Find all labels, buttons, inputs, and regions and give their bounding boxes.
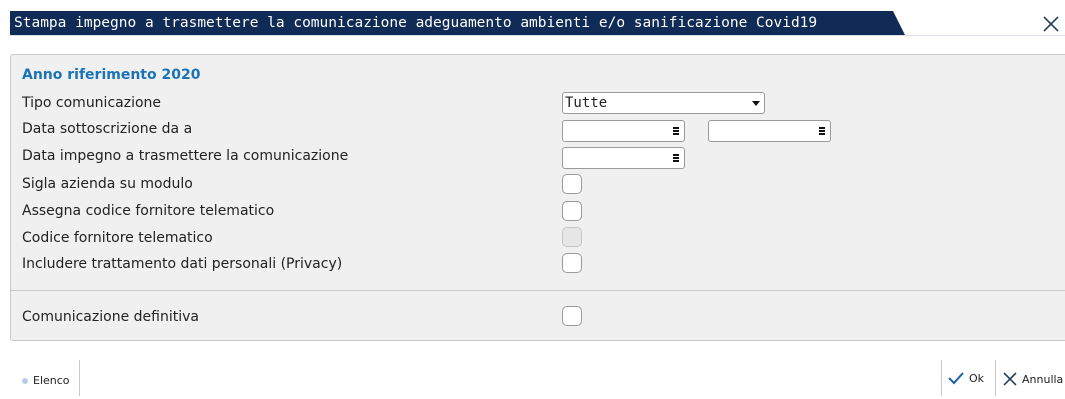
calendar-icon <box>673 154 679 162</box>
chevron-down-icon <box>752 101 760 106</box>
form-separator <box>11 290 1065 291</box>
annulla-label: Annulla <box>1022 372 1064 386</box>
check-icon <box>948 372 964 385</box>
calendar-icon <box>819 127 825 135</box>
data-sottoscrizione-da-field[interactable] <box>562 120 685 142</box>
bottom-toolbar: Elenco Ok Annulla <box>0 358 1065 399</box>
elenco-label: Elenco <box>33 374 70 387</box>
label-data-sottoscrizione: Data sottoscrizione da a <box>22 121 193 137</box>
comunicazione-definitiva-checkbox[interactable] <box>562 306 582 326</box>
data-impegno-field[interactable] <box>562 147 685 169</box>
bullet-icon <box>22 377 28 384</box>
ok-button[interactable]: Ok <box>947 371 984 385</box>
window-title: Stampa impegno a trasmettere la comunica… <box>10 11 905 35</box>
toolbar-divider <box>995 360 996 396</box>
label-codice-fornitore: Codice fornitore telematico <box>22 230 213 246</box>
tipo-comunicazione-value: Tutte <box>565 95 608 111</box>
privacy-checkbox[interactable] <box>562 253 582 273</box>
x-icon <box>1003 372 1017 386</box>
title-underline <box>10 35 1065 36</box>
calendar-icon <box>673 127 679 135</box>
sigla-azienda-checkbox[interactable] <box>562 174 582 194</box>
elenco-button[interactable]: Elenco <box>22 374 70 387</box>
label-privacy: Includere trattamento dati personali (Pr… <box>22 256 343 272</box>
codice-fornitore-checkbox <box>562 227 582 247</box>
label-comunicazione-definitiva: Comunicazione definitiva <box>22 309 199 325</box>
annulla-button[interactable]: Annulla <box>1002 371 1063 387</box>
label-tipo-comunicazione: Tipo comunicazione <box>22 95 162 111</box>
tipo-comunicazione-select[interactable]: Tutte <box>562 92 765 114</box>
form-panel: Anno riferimento 2020 Tipo comunicazione… <box>10 54 1065 341</box>
assegna-codice-checkbox[interactable] <box>562 201 582 221</box>
label-data-impegno: Data impegno a trasmettere la comunicazi… <box>22 148 349 164</box>
close-icon <box>1043 16 1059 32</box>
data-sottoscrizione-a-field[interactable] <box>708 120 831 142</box>
close-button[interactable] <box>1040 13 1062 35</box>
toolbar-divider <box>941 360 942 396</box>
label-assegna-codice: Assegna codice fornitore telematico <box>22 203 275 219</box>
section-title: Anno riferimento 2020 <box>22 67 201 83</box>
ok-label: Ok <box>969 371 985 385</box>
title-bar: Stampa impegno a trasmettere la comunica… <box>0 0 1065 44</box>
label-sigla-azienda: Sigla azienda su modulo <box>22 176 193 192</box>
toolbar-divider <box>79 360 80 396</box>
